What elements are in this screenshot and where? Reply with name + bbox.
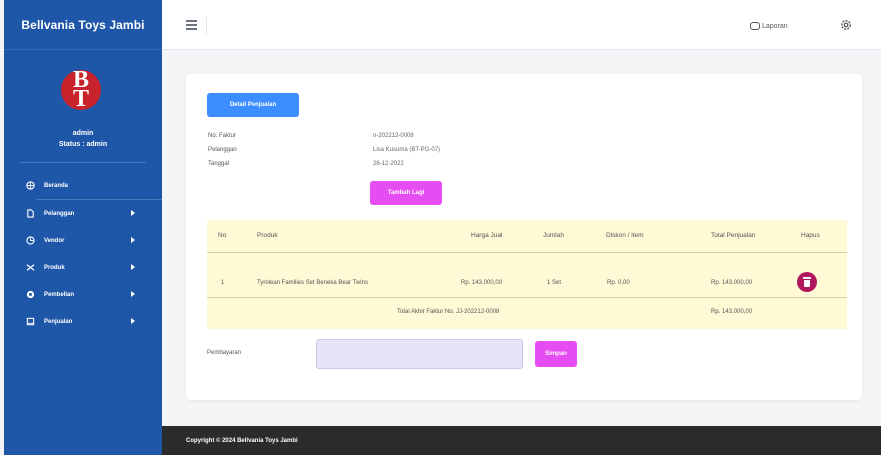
app-root: Bellvania Toys Jambi B T admin Status : … (0, 0, 881, 455)
sidebar-item-label: Vendor (44, 237, 65, 244)
column-header-diskon: Diskon / item (606, 232, 644, 239)
avatar-letter-t: T (72, 86, 89, 112)
sidebar: Bellvania Toys Jambi B T admin Status : … (4, 0, 162, 455)
footer: Copyright © 2024 Bellvania Toys Jambi (162, 426, 881, 455)
column-header-jumlah: Jumlah (543, 232, 564, 239)
sidebar-item-label: Produk (44, 264, 65, 271)
sidebar-item-vendor[interactable]: Vendor (4, 227, 162, 254)
cell-total: Rp. 143.000,00 (711, 280, 753, 286)
cell-no: 1 (221, 280, 225, 286)
user-name: admin (72, 130, 94, 137)
receipt-icon (26, 317, 35, 326)
topbar-divider (206, 17, 207, 35)
cell-produk: Tyrolean Families Set Beneka Bear Twins (257, 280, 368, 286)
table-row-divider (207, 297, 847, 298)
pelanggan-label: Pelanggan (208, 147, 237, 153)
user-status: Status : admin (58, 141, 108, 148)
cell-harga: Rp. 143.000,00 (461, 280, 503, 286)
copyright-text: Copyright © 2024 Bellvania Toys Jambi (186, 437, 298, 444)
avatar: B T (61, 68, 101, 112)
sidebar-item-label: Penjualan (44, 318, 73, 325)
detail-card: Detail Penjualan No. Faktur n-202212-000… (186, 74, 862, 400)
brand-title[interactable]: Bellvania Toys Jambi (4, 0, 162, 50)
trash-icon (803, 277, 811, 287)
chevron-right-icon (131, 291, 135, 297)
no-faktur-label: No. Faktur (208, 133, 237, 139)
tanggal-label: Tanggal (208, 161, 230, 167)
chevron-right-icon (131, 210, 135, 216)
chevron-right-icon (131, 318, 135, 324)
sidebar-nav: Beranda Pelanggan Vendor Produk Pembelia… (4, 172, 162, 335)
sidebar-item-beranda[interactable]: Beranda (4, 172, 162, 199)
pembayaran-input[interactable] (316, 339, 523, 369)
column-header-hapus: Hapus (801, 232, 820, 239)
sidebar-item-label: Pelanggan (44, 210, 75, 217)
hamburger-menu-icon[interactable] (186, 20, 197, 30)
column-header-produk: Produk (257, 232, 278, 239)
gear-icon[interactable] (839, 18, 853, 32)
total-faktur-label: Total Akhir Faktur No. JJ-202212-0008 (397, 309, 500, 315)
user-icon (26, 236, 35, 245)
column-header-harga: Harga Jual (471, 232, 503, 239)
sidebar-item-label: Beranda (44, 182, 69, 189)
dashboard-icon (26, 181, 35, 190)
no-faktur-value: n-202212-0008 (373, 133, 414, 139)
sidebar-item-produk[interactable]: Produk (4, 254, 162, 281)
sales-table: No Produk Harga Jual Jumlah Diskon / ite… (207, 220, 847, 329)
column-header-no: No (218, 232, 227, 239)
delete-row-button[interactable] (797, 272, 817, 292)
table-header-divider (207, 252, 847, 253)
laporan-link[interactable]: Laporan (750, 20, 788, 32)
chevron-right-icon (131, 264, 135, 270)
sidebar-divider (20, 162, 146, 163)
pembayaran-label: Pembayaran (207, 350, 242, 356)
detail-penjualan-button[interactable]: Detail Penjualan (207, 93, 299, 117)
cell-jumlah: 1 Set (547, 280, 562, 286)
laporan-label: Laporan (762, 22, 788, 30)
tanggal-value: 26-12-2022 (373, 161, 404, 167)
total-faktur-value: Rp. 143.000,00 (711, 309, 753, 315)
simpan-button[interactable]: Simpan (535, 341, 577, 367)
sidebar-item-penjualan[interactable]: Penjualan (4, 308, 162, 335)
chat-icon (750, 22, 760, 30)
column-header-total: Total Penjualan (711, 232, 756, 239)
file-icon (27, 209, 34, 218)
topbar: Laporan (162, 0, 881, 50)
sidebar-item-label: Pembelian (44, 291, 75, 298)
sidebar-item-pelanggan[interactable]: Pelanggan (4, 200, 162, 227)
cart-icon (26, 290, 35, 299)
pelanggan-value: Lisa Kusuma (BT-PG-07) (373, 147, 441, 153)
box-icon (26, 264, 35, 271)
tambah-lagi-button[interactable]: Tambah Lagi (370, 181, 442, 205)
chevron-right-icon (131, 237, 135, 243)
sidebar-item-pembelian[interactable]: Pembelian (4, 281, 162, 308)
cell-diskon: Rp. 0,00 (607, 280, 630, 286)
